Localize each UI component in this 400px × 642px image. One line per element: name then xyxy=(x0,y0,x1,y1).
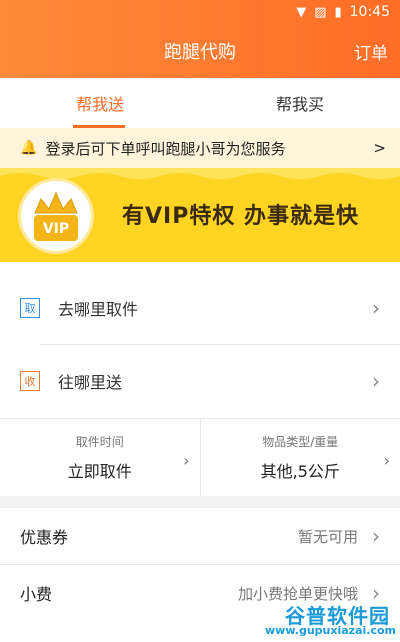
chevron-right-icon: › xyxy=(372,524,380,548)
time-goods-row: 取件时间 立即取件 › 物品类型/重量 其他,5公斤 › xyxy=(0,418,400,496)
chevron-right-icon: › xyxy=(372,296,380,320)
pickup-time-cell[interactable]: 取件时间 立即取件 › xyxy=(0,419,200,496)
notice-text: 登录后可下单呼叫跑腿小哥为您服务 xyxy=(45,139,286,158)
pickup-time-value: 立即取件 xyxy=(67,462,132,481)
tab-buy[interactable]: 帮我买 xyxy=(200,78,400,128)
pickup-label: 去哪里取件 xyxy=(58,300,139,319)
tab-send[interactable]: 帮我送 xyxy=(0,78,200,128)
goods-type-caption: 物品类型/重量 xyxy=(262,435,339,449)
pickup-tag: 取 xyxy=(20,298,40,318)
vip-slogan: 有VIP特权 办事就是快 xyxy=(122,204,359,229)
tab-bar: 帮我送 帮我买 xyxy=(0,78,400,128)
vip-badge: VIP xyxy=(18,178,94,254)
clock: 10:45 xyxy=(349,4,390,20)
delivery-label: 往哪里送 xyxy=(58,373,123,392)
vip-badge-text: VIP xyxy=(42,221,70,237)
goods-type-cell[interactable]: 物品类型/重量 其他,5公斤 › xyxy=(199,419,400,496)
delivery-address-row[interactable]: 收 往哪里送 › xyxy=(0,345,400,417)
chevron-right-icon: › xyxy=(383,451,390,470)
chevron-right-icon: › xyxy=(183,451,190,470)
title-bar: 跑腿代购 订单 xyxy=(0,24,400,78)
delivery-tag: 收 xyxy=(20,371,40,391)
status-bar: ▼ ▨ ▮ 10:45 xyxy=(0,0,400,24)
page-title: 跑腿代购 xyxy=(164,42,236,63)
bell-icon: 🔔 xyxy=(20,140,38,156)
crown-icon xyxy=(34,191,78,241)
coupon-label: 优惠券 xyxy=(20,528,69,547)
vip-banner[interactable]: VIP 有VIP特权 办事就是快 xyxy=(0,168,400,262)
wifi-icon: ▼ xyxy=(296,4,307,20)
coupon-row[interactable]: 优惠券 暂无可用 › xyxy=(0,508,400,564)
section-gap xyxy=(0,496,400,508)
watermark: 谷普软件园 www.gupuxiazai.com xyxy=(230,600,398,640)
goods-type-value: 其他,5公斤 xyxy=(260,462,340,481)
orders-button[interactable]: 订单 xyxy=(354,39,388,64)
watermark-url: www.gupuxiazai.com xyxy=(265,624,396,637)
pickup-address-row[interactable]: 取 去哪里取件 › xyxy=(0,272,400,344)
pickup-time-caption: 取件时间 xyxy=(75,435,124,449)
tip-label: 小费 xyxy=(20,585,53,604)
chevron-right-icon: > xyxy=(373,139,386,157)
battery-charging-icon: ▮ xyxy=(334,4,342,20)
coupon-value: 暂无可用 xyxy=(297,527,358,546)
chevron-right-icon: › xyxy=(372,369,380,393)
sim-off-icon: ▨ xyxy=(314,4,327,20)
login-notice[interactable]: 🔔 登录后可下单呼叫跑腿小哥为您服务 > xyxy=(0,128,400,168)
